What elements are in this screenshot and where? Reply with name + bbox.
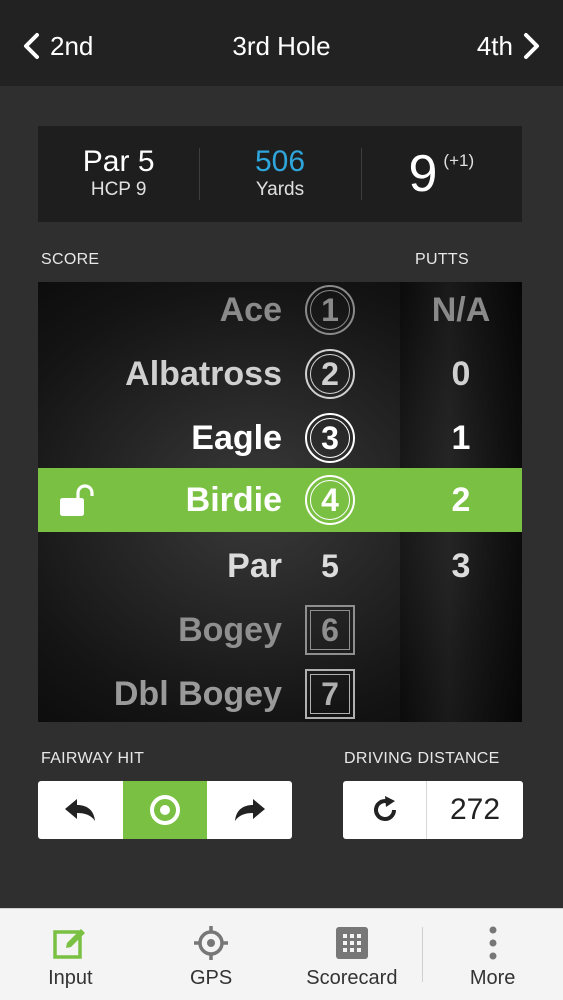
next-hole-button[interactable]: 4th: [477, 28, 541, 64]
tab-input[interactable]: Input: [0, 909, 141, 1000]
fairway-hit-button[interactable]: [122, 781, 208, 839]
target-icon: [150, 795, 180, 825]
fairway-hit-label: FAIRWAY HIT: [41, 750, 145, 767]
score-name: Par: [227, 547, 282, 585]
hole-info-card: Par 5 HCP 9 506 Yards 9 (+1): [38, 126, 522, 222]
strokes-info: 9 (+1): [360, 126, 522, 222]
fairway-miss-left-button[interactable]: [38, 781, 123, 839]
tab-label: Scorecard: [306, 967, 398, 989]
crosshair-icon: [194, 926, 229, 960]
score-label: SCORE: [41, 251, 100, 268]
score-name: Albatross: [125, 355, 282, 393]
bottom-tab-bar: Input GPS Scorecard More: [0, 908, 563, 1000]
strokes-relative: (+1): [443, 151, 475, 170]
score-number-square: 6: [305, 605, 355, 655]
score-row-ace[interactable]: Ace 1 N/A: [38, 282, 522, 342]
score-number: 5: [321, 547, 339, 584]
arrow-left-icon: [65, 799, 96, 821]
driving-distance-control: 272: [343, 781, 523, 839]
score-name: Eagle: [191, 419, 282, 457]
score-name: Dbl Bogey: [113, 675, 282, 713]
arrow-right-icon: [234, 799, 265, 821]
score-number-circle: 1: [305, 285, 355, 335]
driving-distance-value[interactable]: 272: [427, 781, 523, 839]
refresh-icon: [373, 796, 396, 821]
putts-value[interactable]: 0: [400, 342, 522, 406]
score-row-bogey[interactable]: Bogey 6: [38, 598, 522, 662]
score-row-eagle[interactable]: Eagle 3 1: [38, 406, 522, 470]
tab-label: GPS: [190, 967, 233, 989]
next-hole-label: 4th: [476, 30, 513, 61]
tab-scorecard[interactable]: Scorecard: [282, 909, 423, 1000]
score-name: Birdie: [185, 481, 282, 519]
putts-label: PUTTS: [415, 251, 469, 268]
driving-distance-label: DRIVING DISTANCE: [344, 750, 500, 767]
score-picker[interactable]: Ace 1 N/A Albatross 2 0 Eagle 3 1 Birdie…: [38, 282, 522, 722]
score-name: Ace: [219, 291, 282, 329]
putts-value[interactable]: 2: [400, 468, 522, 532]
chevron-right-icon: [524, 33, 539, 59]
score-name: Bogey: [178, 611, 282, 649]
score-row-double-bogey[interactable]: Dbl Bogey 7: [38, 662, 522, 722]
putts-value[interactable]: 3: [400, 534, 522, 598]
score-number-square: 7: [305, 669, 355, 719]
putts-value[interactable]: 1: [400, 406, 522, 470]
tab-label: Input: [48, 967, 93, 989]
par-value: Par 5: [82, 145, 155, 178]
tab-gps[interactable]: GPS: [141, 909, 282, 1000]
score-row-albatross[interactable]: Albatross 2 0: [38, 342, 522, 406]
unlock-icon[interactable]: [58, 484, 98, 518]
edit-icon: [53, 929, 86, 959]
yards-label: Yards: [255, 179, 305, 200]
reset-distance-button[interactable]: [343, 781, 427, 839]
score-row-par[interactable]: Par 5 3: [38, 534, 522, 598]
keypad-icon: [335, 927, 368, 959]
putts-value[interactable]: N/A: [400, 282, 522, 342]
score-number-circle: 4: [305, 475, 355, 525]
tab-more[interactable]: More: [422, 909, 563, 1000]
strokes-value: 9: [408, 145, 438, 203]
par-info: Par 5 HCP 9: [38, 126, 199, 222]
strokes-display: 9 (+1): [409, 145, 475, 203]
tab-label: More: [469, 967, 516, 989]
score-number-circle: 2: [305, 349, 355, 399]
top-nav-bar: 2nd 3rd Hole 4th: [0, 0, 563, 86]
fairway-hit-control: [38, 781, 292, 839]
score-row-birdie-selected[interactable]: Birdie 4 2: [38, 468, 522, 532]
score-number-circle: 3: [305, 413, 355, 463]
handicap-value: HCP 9: [90, 179, 147, 200]
yards-value: 506: [254, 145, 306, 178]
yards-info: 506 Yards: [199, 126, 360, 222]
more-vertical-icon: [489, 926, 497, 960]
fairway-miss-right-button[interactable]: [207, 781, 292, 839]
